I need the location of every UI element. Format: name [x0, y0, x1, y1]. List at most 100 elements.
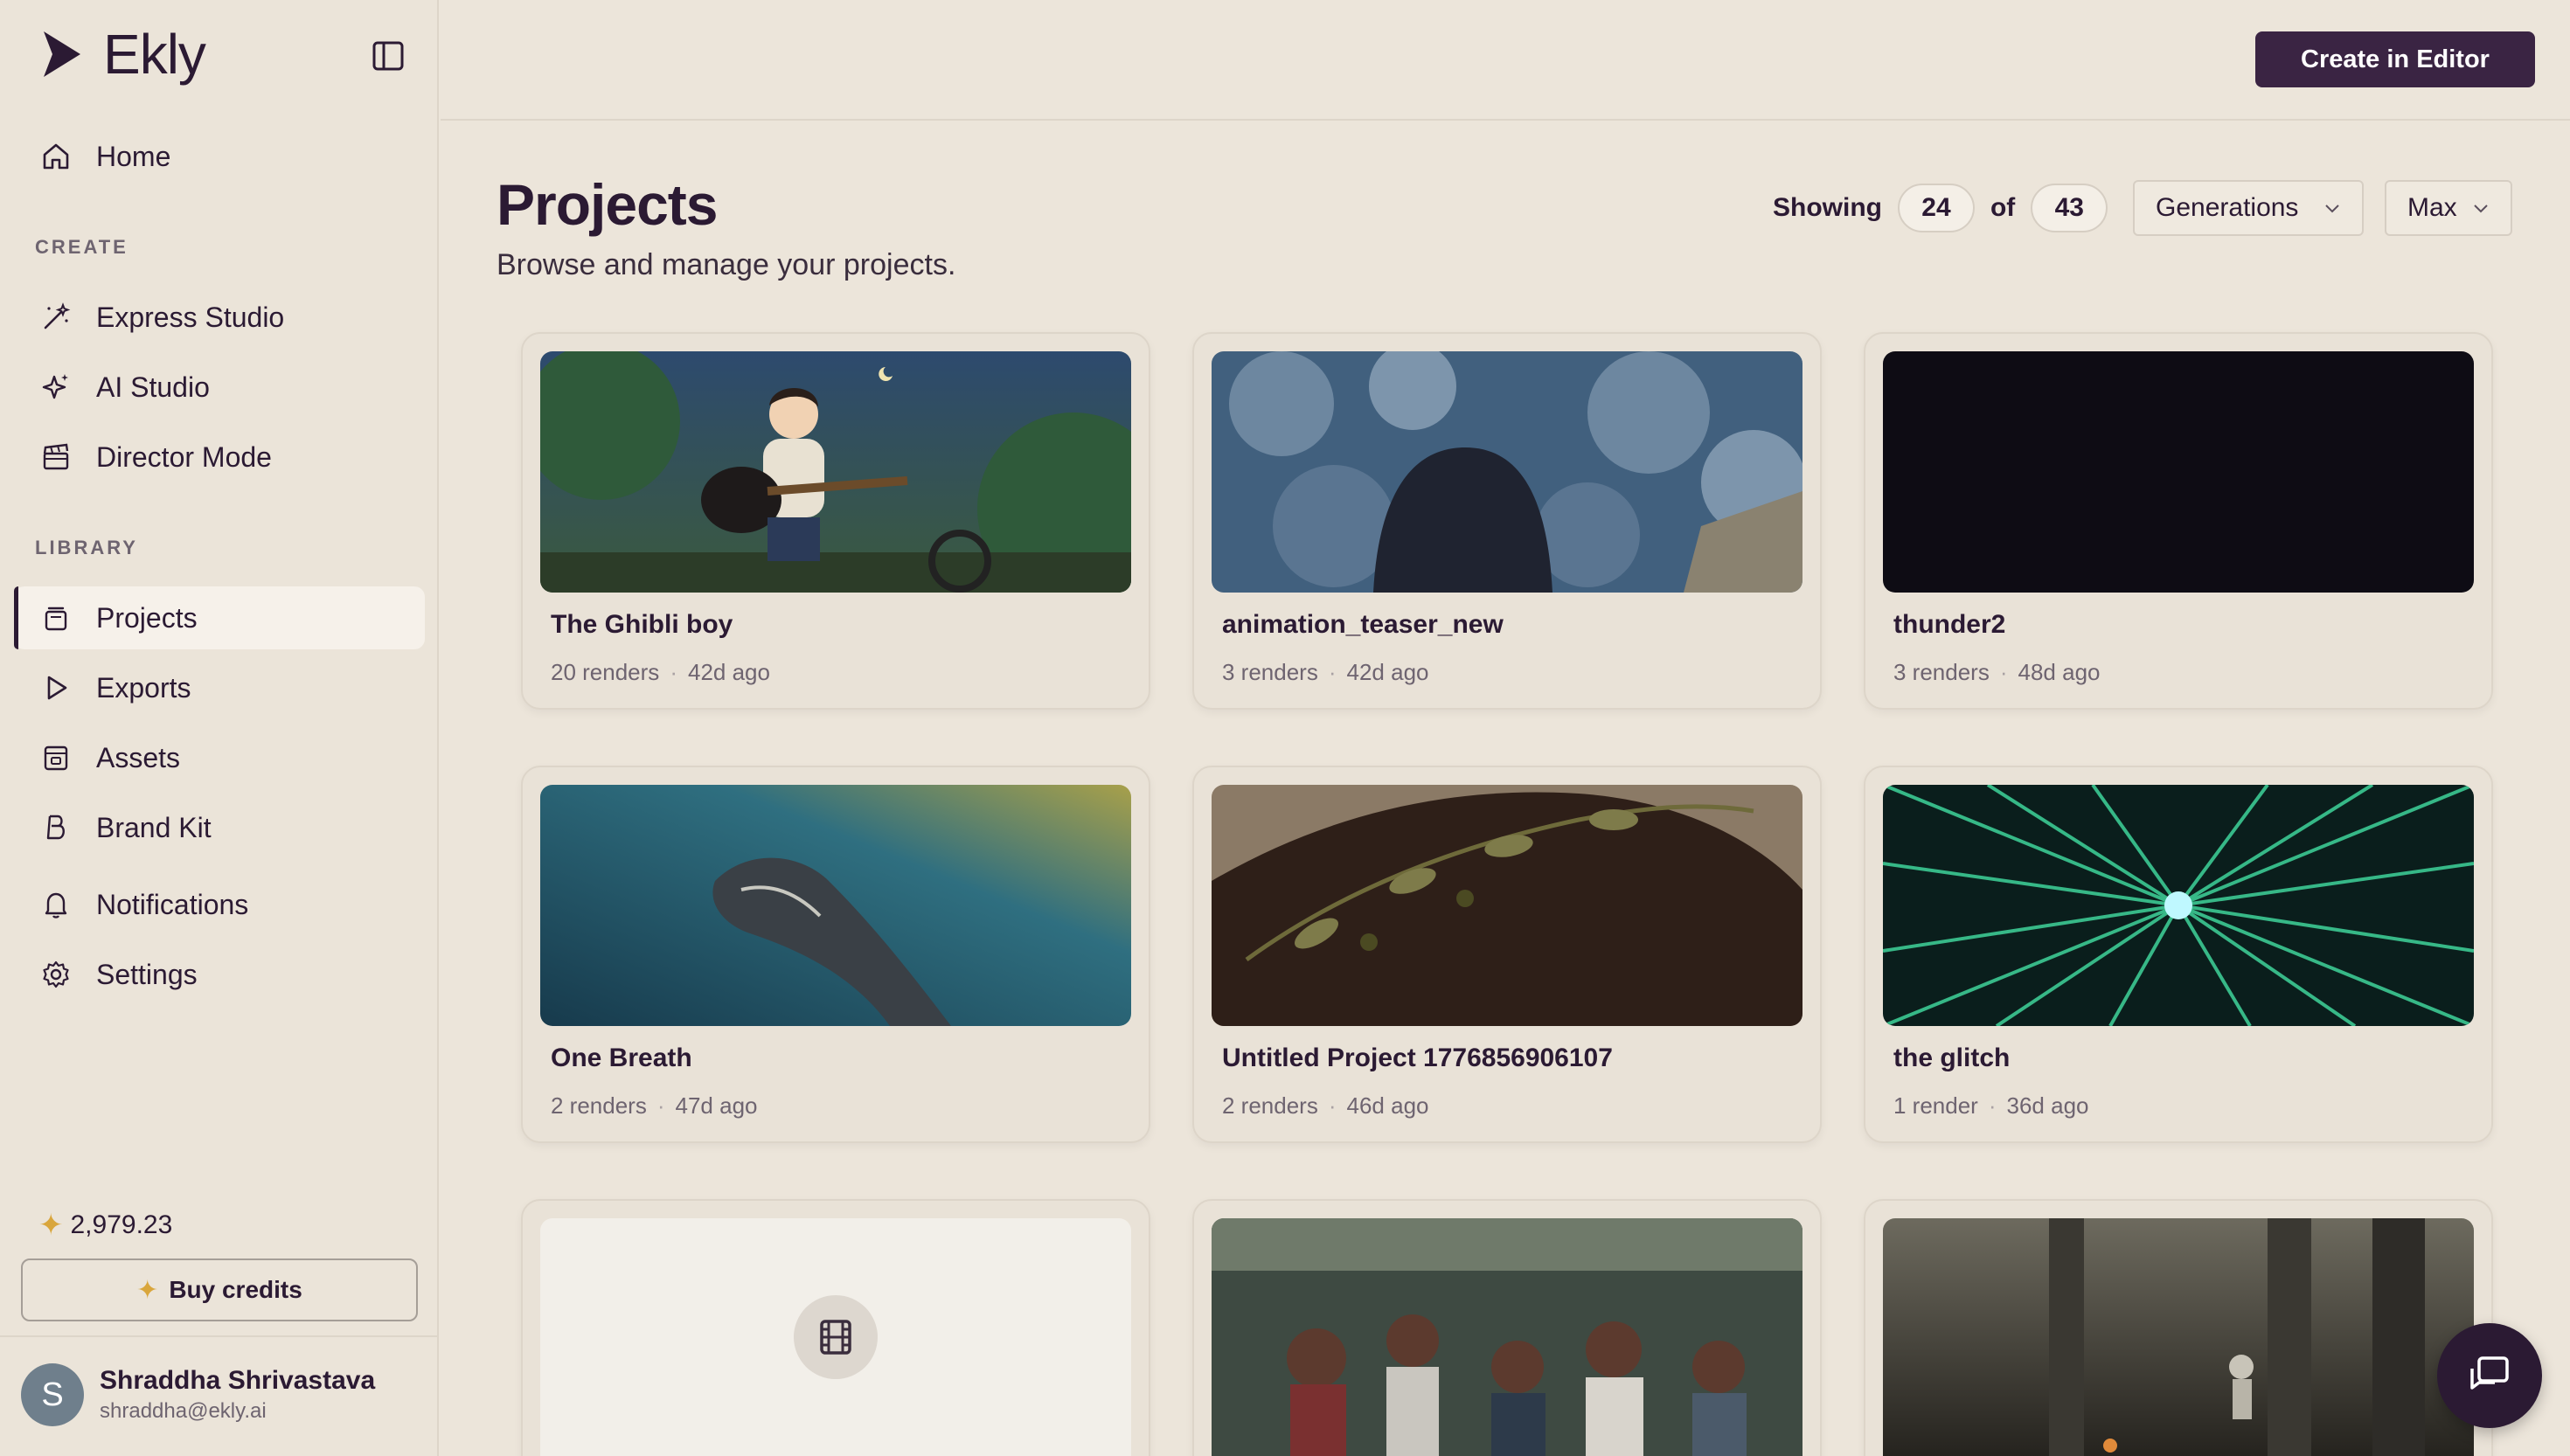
user-profile[interactable]: S Shraddha Shrivastava shraddha@ekly.ai: [21, 1363, 375, 1426]
create-in-editor-button[interactable]: Create in Editor: [2255, 31, 2535, 87]
showing-label: Showing: [1773, 193, 1882, 222]
film-icon: [820, 1320, 851, 1355]
home-icon: [38, 139, 73, 174]
user-email: shraddha@ekly.ai: [100, 1399, 267, 1423]
project-title: One Breath: [551, 1043, 692, 1072]
chat-bubble-icon: [2470, 1356, 2509, 1390]
sort-select[interactable]: Max: [2385, 180, 2512, 236]
project-thumbnail: [1212, 351, 1802, 593]
project-card[interactable]: [1192, 1199, 1822, 1456]
sidebar-item-notifications[interactable]: Notifications: [14, 873, 425, 936]
project-card[interactable]: The Ghibli boy 20 renders · 42d ago: [521, 332, 1150, 710]
project-thumbnail: [1212, 1218, 1802, 1456]
render-count: 1 render: [1893, 1092, 1978, 1119]
project-age: 42d ago: [687, 659, 770, 685]
filter-select-value: Generations: [2156, 193, 2299, 222]
project-thumbnail: [1883, 1218, 2474, 1456]
section-label-library: LIBRARY: [35, 537, 138, 558]
topbar: Create in Editor: [441, 0, 2570, 121]
sidebar-toggle-button[interactable]: [371, 38, 406, 73]
project-card[interactable]: the glitch 1 render · 36d ago: [1864, 766, 2493, 1143]
credit-amount: 2,979.23: [70, 1210, 173, 1239]
brand-name: Ekly: [103, 23, 206, 86]
project-title: The Ghibli boy: [551, 610, 733, 639]
sidebar-item-label: Express Studio: [96, 301, 285, 333]
project-card[interactable]: [521, 1199, 1150, 1456]
chevron-down-icon: [2325, 205, 2339, 213]
ekly-logo-icon: [44, 31, 80, 77]
user-name: Shraddha Shrivastava: [100, 1366, 376, 1395]
buy-credits-label: Buy credits: [169, 1276, 302, 1303]
sidebar-item-brand-kit[interactable]: Brand Kit: [14, 796, 425, 859]
project-title: Untitled Project 1776856906107: [1222, 1043, 1613, 1072]
total-count-pill: 43: [2031, 184, 2108, 232]
of-label: of: [1990, 193, 2016, 222]
sidebar-panel-icon: [372, 41, 404, 71]
showing-count-pill: 24: [1897, 184, 1975, 232]
project-thumbnail: [540, 351, 1131, 593]
project-age: 42d ago: [1346, 659, 1429, 685]
sidebar-item-ai-studio[interactable]: AI Studio: [14, 356, 425, 419]
showing-count: Showing 24 of 43: [1773, 184, 2108, 232]
project-age: 48d ago: [2018, 659, 2101, 685]
film-placeholder: [794, 1295, 878, 1379]
project-thumbnail: [1883, 785, 2474, 1026]
project-meta: 1 render · 36d ago: [1893, 1092, 2089, 1119]
divider: [0, 1335, 439, 1337]
project-age: 47d ago: [675, 1092, 758, 1119]
sidebar-item-label: Notifications: [96, 888, 249, 920]
sidebar: Ekly Home CREATE Express Studio AI Studi…: [0, 0, 439, 1456]
sidebar-item-express-studio[interactable]: Express Studio: [14, 286, 425, 349]
sidebar-item-settings[interactable]: Settings: [14, 943, 425, 1006]
sort-select-value: Max: [2407, 193, 2457, 222]
project-age: 46d ago: [1346, 1092, 1429, 1119]
sidebar-item-assets[interactable]: Assets: [14, 726, 425, 789]
project-meta: 2 renders · 46d ago: [1222, 1092, 1429, 1119]
render-count: 2 renders: [1222, 1092, 1318, 1119]
sidebar-item-label: AI Studio: [96, 371, 210, 403]
archive-box-icon: [38, 740, 73, 775]
sidebar-item-label: Home: [96, 140, 171, 172]
sidebar-item-label: Settings: [96, 958, 198, 990]
filter-select[interactable]: Generations: [2133, 180, 2364, 236]
project-title: the glitch: [1893, 1043, 2011, 1072]
sidebar-item-exports[interactable]: Exports: [14, 656, 425, 719]
sidebar-item-home[interactable]: Home: [14, 125, 425, 188]
credit-star-icon: ✦: [38, 1209, 64, 1242]
chat-support-button[interactable]: [2437, 1323, 2542, 1428]
project-title: thunder2: [1893, 610, 2006, 639]
credit-star-icon: ✦: [136, 1275, 159, 1305]
project-age: 36d ago: [2006, 1092, 2089, 1119]
sidebar-item-label: Exports: [96, 671, 191, 704]
project-card[interactable]: animation_teaser_new 3 renders · 42d ago: [1192, 332, 1822, 710]
render-count: 3 renders: [1222, 659, 1318, 685]
page-title: Projects: [497, 172, 718, 237]
sidebar-item-label: Brand Kit: [96, 811, 212, 843]
credit-balance: ✦ 2,979.23: [38, 1208, 172, 1243]
play-icon: [38, 670, 73, 705]
sidebar-item-label: Projects: [96, 601, 198, 634]
project-thumbnail: [540, 785, 1131, 1026]
project-meta: 3 renders · 42d ago: [1222, 659, 1429, 685]
buy-credits-button[interactable]: ✦ Buy credits: [21, 1258, 418, 1321]
project-thumbnail: [1883, 351, 2474, 593]
project-card[interactable]: Untitled Project 1776856906107 2 renders…: [1192, 766, 1822, 1143]
sidebar-item-projects[interactable]: Projects: [14, 586, 425, 649]
project-card[interactable]: [1864, 1199, 2493, 1456]
magic-wand-icon: [38, 300, 73, 335]
project-card[interactable]: One Breath 2 renders · 47d ago: [521, 766, 1150, 1143]
sidebar-item-director-mode[interactable]: Director Mode: [14, 426, 425, 489]
project-meta: 3 renders · 48d ago: [1893, 659, 2101, 685]
brand-b-icon: [38, 810, 73, 845]
section-label-create: CREATE: [35, 236, 128, 258]
brand[interactable]: Ekly: [40, 23, 206, 86]
sparkles-icon: [38, 370, 73, 405]
bell-icon: [38, 887, 73, 922]
project-thumbnail: [1212, 785, 1802, 1026]
project-thumbnail: [540, 1218, 1131, 1456]
project-card[interactable]: thunder2 3 renders · 48d ago: [1864, 332, 2493, 710]
chevron-down-icon: [2474, 205, 2488, 213]
sidebar-item-label: Director Mode: [96, 440, 272, 473]
gear-icon: [38, 957, 73, 992]
clapperboard-icon: [38, 440, 73, 475]
